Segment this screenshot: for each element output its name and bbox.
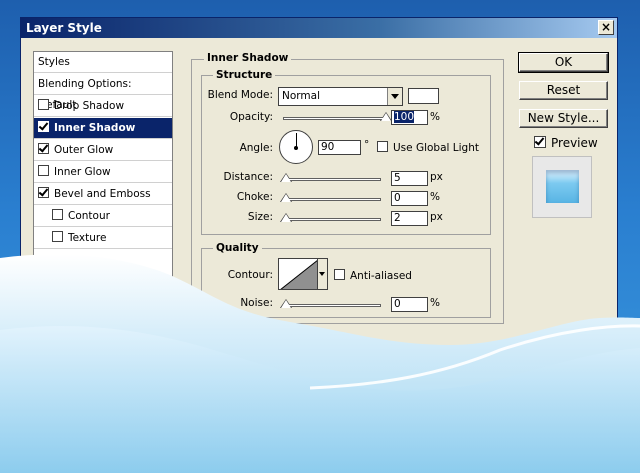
angle-dial[interactable] (279, 130, 313, 164)
styles-item-bevel-emboss[interactable]: Bevel and Emboss (34, 184, 172, 205)
angle-input[interactable]: 90 (318, 140, 361, 155)
inner-shadow-title: Inner Shadow (204, 52, 292, 64)
inner-shadow-checkbox[interactable] (38, 121, 49, 132)
opacity-slider[interactable] (283, 117, 386, 120)
choke-slider-thumb[interactable] (279, 193, 292, 202)
size-unit: px (430, 211, 443, 223)
contour-dropdown[interactable] (318, 258, 328, 290)
distance-slider[interactable] (283, 178, 381, 181)
contour-preview[interactable] (278, 258, 318, 290)
noise-slider[interactable] (283, 304, 381, 307)
window-title: Layer Style (26, 21, 102, 35)
choke-input[interactable]: 0 (391, 191, 428, 206)
styles-item-drop-shadow[interactable]: Drop Shadow (34, 96, 172, 117)
styles-item-texture[interactable]: Texture (34, 228, 172, 249)
contour-label: Contour: (227, 269, 273, 281)
styles-item-label: Inner Shadow (54, 122, 136, 134)
layer-style-dialog: Layer Style × Styles Blending Options: D… (20, 17, 618, 473)
style-preview (532, 156, 592, 218)
opacity-slider-thumb[interactable] (380, 112, 392, 121)
styles-item-label: Styles (38, 56, 70, 68)
choke-slider[interactable] (283, 198, 381, 201)
opacity-unit: % (430, 111, 440, 123)
anti-aliased-checkbox[interactable] (334, 269, 345, 280)
use-global-light-checkbox[interactable] (377, 141, 388, 152)
preview-toggle[interactable]: Preview (534, 136, 598, 150)
new-style-button[interactable]: New Style... (519, 109, 608, 128)
styles-list: Styles Blending Options: Default Drop Sh… (33, 51, 173, 311)
noise-unit: % (430, 297, 440, 309)
drop-shadow-checkbox[interactable] (38, 99, 49, 110)
distance-unit: px (430, 171, 443, 183)
outer-glow-checkbox[interactable] (38, 143, 49, 154)
anti-aliased[interactable]: Anti-aliased (334, 269, 412, 282)
opacity-input[interactable]: 100 (391, 110, 428, 125)
styles-item-label: Bevel and Emboss (54, 188, 151, 200)
styles-item-styles[interactable]: Styles (34, 52, 172, 73)
styles-item-label: Inner Glow (54, 166, 111, 178)
size-label: Size: (247, 211, 273, 223)
contour-curve-icon (280, 260, 317, 289)
styles-item-label: Contour (68, 210, 110, 222)
contour-checkbox[interactable] (52, 209, 63, 220)
choke-label: Choke: (236, 191, 273, 203)
styles-item-label: Drop Shadow (54, 100, 125, 112)
quality-title: Quality (213, 242, 262, 254)
inner-glow-checkbox[interactable] (38, 165, 49, 176)
angle-center-dot (294, 146, 298, 150)
close-button[interactable]: × (598, 20, 614, 35)
opacity-label: Opacity: (229, 111, 273, 123)
title-bar[interactable]: Layer Style × (21, 18, 617, 38)
distance-slider-thumb[interactable] (279, 173, 292, 182)
ok-button[interactable]: OK (518, 52, 609, 73)
styles-item-inner-glow[interactable]: Inner Glow (34, 162, 172, 183)
reset-button[interactable]: Reset (519, 81, 608, 100)
styles-item-label: Outer Glow (54, 144, 114, 156)
styles-item-blending-options[interactable]: Blending Options: Default (34, 74, 172, 111)
blend-mode-value: Normal (282, 90, 320, 102)
angle-label: Angle: (239, 142, 273, 154)
size-slider-thumb[interactable] (279, 213, 292, 222)
blend-mode-select[interactable]: Normal (278, 87, 403, 106)
noise-input[interactable]: 0 (391, 297, 428, 312)
chevron-down-icon (387, 88, 402, 105)
noise-label: Noise: (240, 297, 273, 309)
distance-input[interactable]: 5 (391, 171, 428, 186)
bevel-emboss-checkbox[interactable] (38, 187, 49, 198)
preview-label: Preview (551, 136, 598, 150)
choke-unit: % (430, 191, 440, 203)
texture-checkbox[interactable] (52, 231, 63, 242)
size-slider[interactable] (283, 218, 381, 221)
style-preview-swatch (546, 170, 579, 203)
styles-item-outer-glow[interactable]: Outer Glow (34, 140, 172, 161)
preview-checkbox[interactable] (534, 136, 546, 148)
use-global-light-label: Use Global Light (393, 142, 479, 154)
angle-unit: ° (364, 139, 370, 151)
distance-label: Distance: (223, 171, 273, 183)
blend-mode-label: Blend Mode: (207, 89, 273, 101)
shadow-color-swatch[interactable] (408, 88, 439, 104)
structure-title: Structure (213, 69, 276, 81)
styles-item-inner-shadow[interactable]: Inner Shadow (34, 118, 172, 139)
anti-aliased-label: Anti-aliased (350, 270, 412, 282)
size-input[interactable]: 2 (391, 211, 428, 226)
styles-item-contour[interactable]: Contour (34, 206, 172, 227)
noise-slider-thumb[interactable] (279, 299, 292, 308)
use-global-light[interactable]: Use Global Light (377, 141, 479, 154)
styles-item-label: Texture (68, 232, 107, 244)
